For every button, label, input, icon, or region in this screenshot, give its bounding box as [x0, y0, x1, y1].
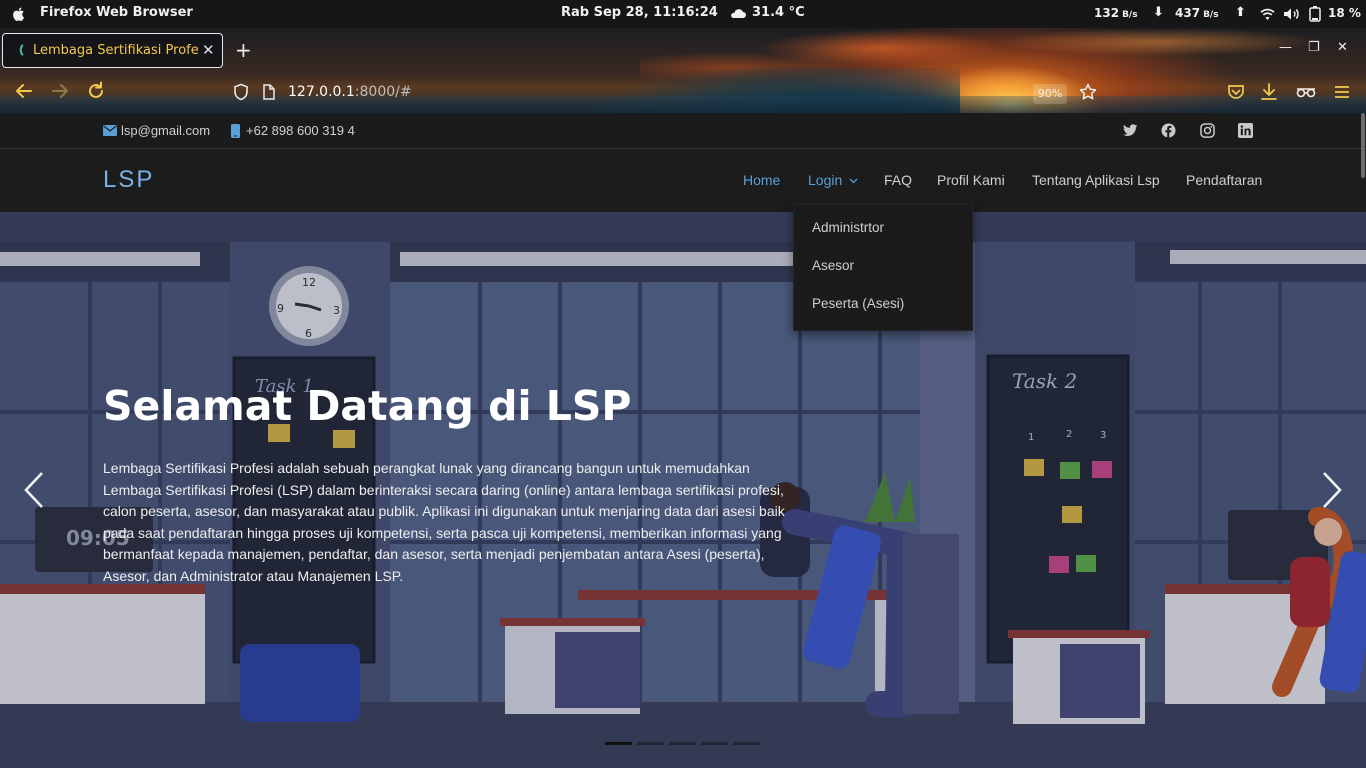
- nav-login-label: Login: [808, 172, 843, 188]
- download-icon[interactable]: [1260, 82, 1278, 102]
- twitter-icon[interactable]: [1123, 124, 1138, 137]
- favicon-icon: [19, 44, 24, 56]
- close-window-icon[interactable]: ✕: [1337, 40, 1348, 55]
- chevron-down-icon: [849, 178, 858, 184]
- url-path: :8000/#: [354, 84, 412, 100]
- download-arrow-icon: ⬇: [1153, 5, 1164, 20]
- battery-icon[interactable]: [1309, 6, 1321, 22]
- site-logo[interactable]: LSP: [103, 166, 154, 194]
- download-rate: 132 B/s: [1094, 6, 1138, 20]
- phone-icon: [231, 124, 240, 138]
- carousel-indicator-1[interactable]: [605, 742, 632, 745]
- reload-button[interactable]: [85, 80, 107, 102]
- carousel-indicator-4[interactable]: [701, 742, 728, 745]
- battery-percentage: 18 %: [1328, 6, 1361, 20]
- page-scrollbar[interactable]: [1361, 113, 1365, 178]
- nav-tentang-aplikasi[interactable]: Tentang Aplikasi Lsp: [1032, 172, 1160, 188]
- hero-carousel: 12 3 6 9 Task 1 Task 2 1 2 3 09:05 Selam…: [0, 212, 1366, 768]
- forward-button[interactable]: [49, 80, 71, 102]
- temperature-readout: 31.4 °C: [752, 5, 805, 20]
- system-clock[interactable]: Rab Sep 28, 11:16:24: [561, 5, 718, 20]
- volume-icon[interactable]: [1283, 7, 1301, 21]
- chevron-left-icon[interactable]: [22, 470, 46, 510]
- nav-profil-kami[interactable]: Profil Kami: [937, 172, 1005, 188]
- new-tab-button[interactable]: +: [235, 38, 252, 62]
- shield-icon[interactable]: [233, 83, 249, 101]
- close-tab-icon[interactable]: ✕: [202, 41, 215, 59]
- instagram-icon[interactable]: [1200, 123, 1215, 138]
- pocket-icon[interactable]: [1227, 83, 1245, 101]
- active-app-name[interactable]: Firefox Web Browser: [40, 5, 193, 20]
- back-button[interactable]: [13, 80, 35, 102]
- carousel-indicator-3[interactable]: [669, 742, 696, 745]
- theme-sea: [0, 96, 1366, 113]
- main-navbar: LSP Home Login FAQ Profil Kami Tentang A…: [0, 149, 1366, 212]
- nav-faq[interactable]: FAQ: [884, 172, 912, 188]
- carousel-indicator-2[interactable]: [637, 742, 664, 745]
- page-icon[interactable]: [262, 84, 276, 100]
- dropdown-item-administrator[interactable]: Administrtor: [812, 220, 884, 235]
- tab-title: Lembaga Sertifikasi Profesi: [33, 43, 199, 58]
- nav-pendaftaran[interactable]: Pendaftaran: [1186, 172, 1262, 188]
- login-dropdown-menu: Administrtor Asesor Peserta (Asesi): [793, 203, 973, 331]
- tab-active[interactable]: Lembaga Sertifikasi Profesi ✕: [2, 33, 223, 68]
- hero-title: Selamat Datang di LSP: [103, 382, 632, 430]
- chevron-right-icon[interactable]: [1320, 470, 1344, 510]
- menu-icon[interactable]: [1334, 85, 1350, 99]
- mask-icon[interactable]: [1296, 85, 1316, 99]
- hero-description: Lembaga Sertifikasi Profesi adalah sebua…: [103, 460, 785, 584]
- envelope-icon: [103, 125, 117, 136]
- contact-email[interactable]: lsp@gmail.com: [121, 123, 210, 138]
- contact-bar: lsp@gmail.com +62 898 600 319 4: [0, 113, 1366, 149]
- upload-rate: 437 B/s: [1175, 6, 1219, 20]
- carousel-indicator-5[interactable]: [733, 742, 760, 745]
- wifi-icon[interactable]: [1259, 7, 1276, 21]
- contact-phone[interactable]: +62 898 600 319 4: [246, 123, 355, 138]
- restore-icon[interactable]: ❐: [1308, 40, 1320, 55]
- nav-login[interactable]: Login: [808, 172, 858, 188]
- linkedin-icon[interactable]: [1238, 123, 1253, 138]
- minimize-icon[interactable]: —: [1279, 40, 1292, 55]
- weather-icon: [731, 9, 746, 18]
- upload-arrow-icon: ⬆: [1235, 5, 1246, 20]
- url-host: 127.0.0.1: [288, 84, 355, 100]
- apple-icon[interactable]: [10, 5, 28, 23]
- carousel-indicators: [605, 742, 765, 746]
- dropdown-item-asesor[interactable]: Asesor: [812, 258, 854, 273]
- zoom-level-indicator[interactable]: 90%: [1033, 84, 1067, 104]
- star-icon[interactable]: [1079, 83, 1097, 101]
- address-bar[interactable]: 127.0.0.1:8000/#: [288, 84, 412, 100]
- browser-chrome: Lembaga Sertifikasi Profesi ✕ + — ❐ ✕ 12…: [0, 28, 1366, 113]
- system-top-bar: Firefox Web Browser Rab Sep 28, 11:16:24…: [0, 0, 1366, 28]
- dropdown-item-peserta[interactable]: Peserta (Asesi): [812, 296, 904, 311]
- facebook-icon[interactable]: [1161, 123, 1176, 138]
- nav-home[interactable]: Home: [743, 172, 780, 188]
